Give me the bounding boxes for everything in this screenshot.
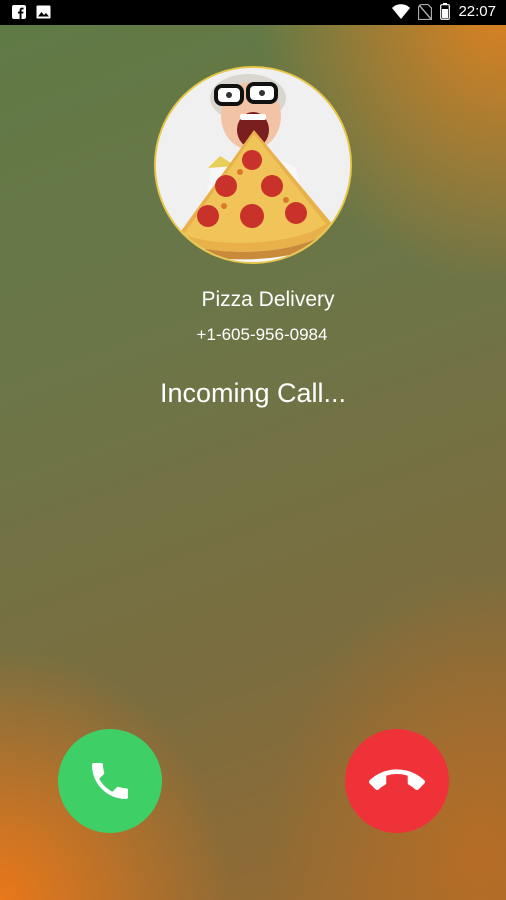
phone-icon <box>92 763 128 799</box>
clock: 22:07 <box>458 3 496 20</box>
decline-call-button[interactable] <box>345 729 449 833</box>
status-bar: 22:07 <box>0 0 506 25</box>
caller-name: Pizza Delivery <box>201 288 335 311</box>
facebook-icon <box>12 5 26 19</box>
no-sim-icon <box>418 3 433 20</box>
battery-icon <box>440 3 451 20</box>
gallery-icon <box>36 5 51 19</box>
answer-call-button[interactable] <box>58 729 162 833</box>
wifi-icon <box>392 4 411 19</box>
call-status: Incoming Call... <box>159 378 347 408</box>
notification-icons <box>12 5 51 19</box>
caller-photo-pizza <box>156 68 350 262</box>
caller-number: +1-605-956-0984 <box>196 325 328 344</box>
system-icons: 22:07 <box>392 3 496 20</box>
caller-avatar <box>154 66 352 264</box>
phone-hangup-icon <box>369 769 425 791</box>
